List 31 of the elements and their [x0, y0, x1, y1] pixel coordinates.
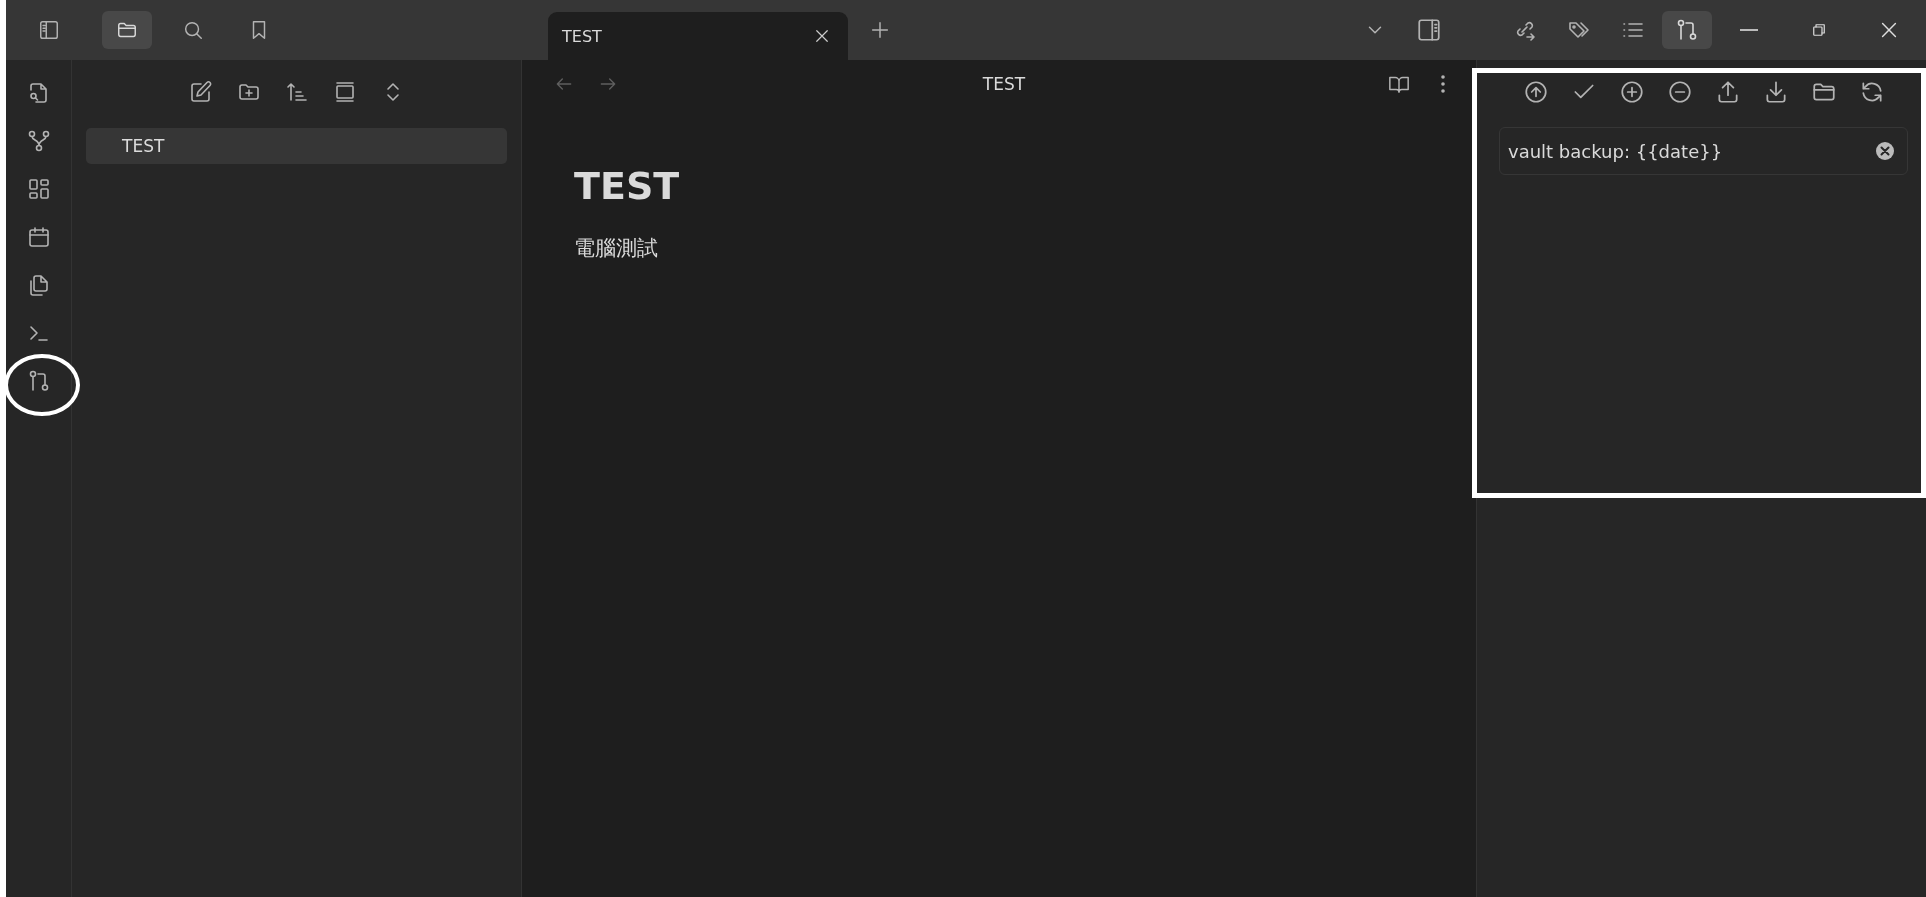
arrow-up-circle-icon	[1522, 79, 1549, 105]
calendar-icon	[26, 225, 51, 249]
dashboard-icon	[26, 177, 51, 201]
header-button[interactable]	[102, 11, 152, 49]
graph-icon	[26, 129, 51, 153]
git-toolbar-button[interactable]	[1522, 79, 1549, 105]
edit-icon	[188, 80, 213, 104]
note-heading: TEST	[574, 164, 681, 208]
view-title: TEST	[982, 74, 1026, 94]
restore-icon	[1810, 21, 1828, 39]
git-toolbar-button[interactable]	[1666, 79, 1693, 105]
clear-icon	[1875, 141, 1895, 161]
more-vertical-icon	[1441, 75, 1445, 93]
minimize-icon	[1740, 29, 1758, 31]
tab[interactable]: TEST	[548, 12, 848, 60]
plus-circle-icon	[1618, 79, 1645, 105]
git-branch-icon	[1675, 18, 1699, 42]
file-item[interactable]: TEST	[86, 128, 507, 164]
commit-message-field[interactable]: vault backup: {{date}}	[1499, 127, 1908, 175]
search-icon	[182, 19, 204, 41]
split-view-icon	[1416, 17, 1442, 43]
minus-circle-icon	[1666, 79, 1693, 105]
sidebar-toggle-icon	[38, 19, 60, 41]
header-button[interactable]	[1662, 11, 1712, 49]
note-body: 電腦測試	[574, 235, 659, 262]
git-toolbar-button[interactable]	[1618, 79, 1645, 105]
plus-icon	[869, 19, 891, 41]
clear-button[interactable]	[1874, 140, 1896, 162]
sort-icon	[284, 80, 309, 104]
close-icon	[813, 27, 831, 45]
tab-title: TEST	[562, 26, 602, 46]
